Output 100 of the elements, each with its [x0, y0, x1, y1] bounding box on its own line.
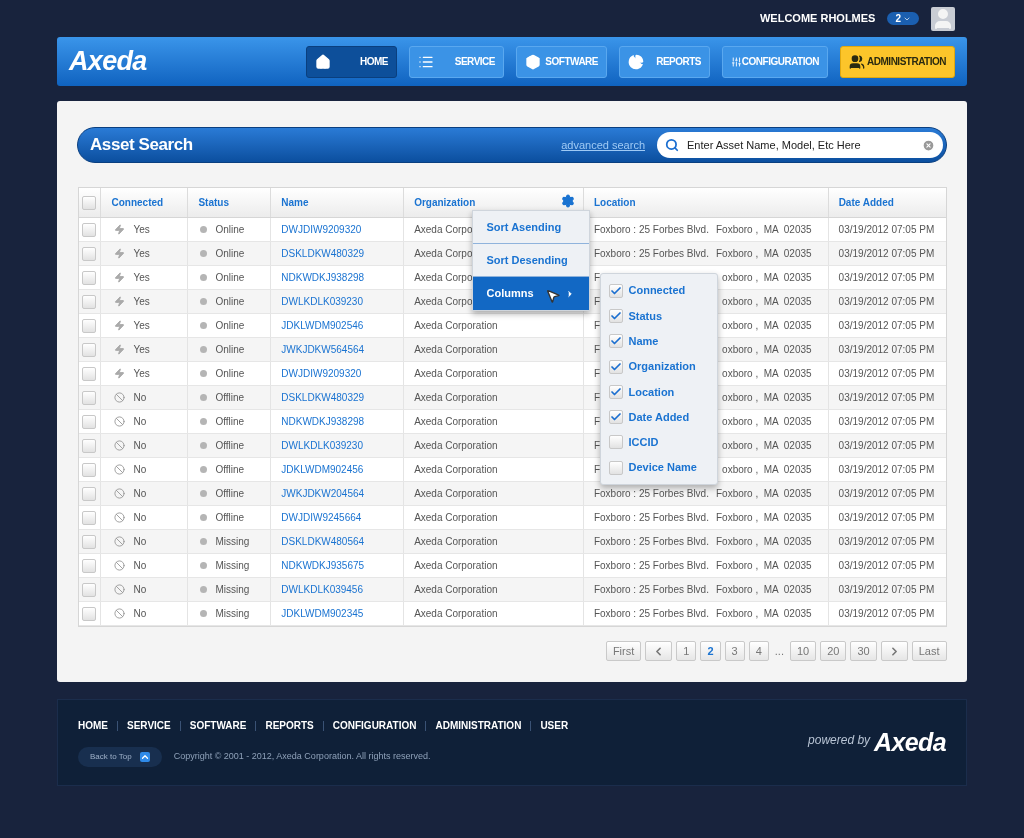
- checkbox[interactable]: [82, 390, 97, 405]
- footer-link[interactable]: SOFTWARE: [189, 718, 247, 733]
- footer-link[interactable]: CONFIGURATION: [332, 718, 417, 733]
- table-cell-text: 03/19/2012 07:05 PM: [838, 535, 935, 549]
- asset-name-link[interactable]: DWLKDLK039456: [281, 582, 363, 597]
- nav-tab[interactable]: REPORTS: [619, 45, 710, 78]
- page-button[interactable]: 3: [724, 641, 745, 661]
- table-cell-text: Axeda Corporation: [414, 511, 498, 525]
- asset-name-link[interactable]: DWJDIW9209320: [281, 366, 362, 381]
- footer-link[interactable]: USER: [540, 718, 569, 733]
- table-cell-text: No: [133, 511, 147, 525]
- table-cell-text: Axeda Corporation: [414, 583, 498, 597]
- column-option-label: ICCID: [628, 435, 659, 451]
- page-button[interactable]: 2: [700, 641, 721, 661]
- checkbox[interactable]: [82, 534, 97, 549]
- search-input[interactable]: Enter Asset Name, Model, Etc Here: [687, 136, 914, 154]
- asset-name-link[interactable]: NDKWDKJ938298: [281, 414, 365, 429]
- nav-tab[interactable]: CONFIGURATION: [722, 45, 828, 78]
- nav-tab[interactable]: SOFTWARE: [516, 45, 607, 78]
- menu-item[interactable]: Columns: [472, 277, 589, 310]
- table-cell-text: Axeda Corporation: [414, 535, 498, 549]
- checkbox[interactable]: [608, 435, 623, 450]
- checkbox[interactable]: [608, 410, 623, 425]
- back-to-top-button[interactable]: Back to Top: [78, 747, 162, 767]
- page-button[interactable]: First: [605, 641, 642, 661]
- checkbox[interactable]: [608, 359, 623, 374]
- asset-name-link[interactable]: NDKWDKJ935675: [281, 558, 365, 573]
- checkbox[interactable]: [608, 384, 623, 399]
- asset-name-link[interactable]: DWLKDLK039230: [281, 438, 363, 453]
- nav-tab[interactable]: ADMINISTRATION: [840, 45, 955, 78]
- page-button[interactable]: 10: [789, 641, 817, 661]
- table-cell-text: oxboro , MA 02035: [722, 367, 812, 381]
- table-cell-text: Axeda Corpo: [414, 223, 473, 237]
- column-option-label: Location: [628, 384, 675, 400]
- checkbox[interactable]: [608, 308, 623, 323]
- column-option-label: Device Name: [628, 460, 697, 476]
- asset-name-link[interactable]: DWJDIW9245664: [281, 510, 362, 525]
- page-button[interactable]: 1: [676, 641, 697, 661]
- asset-name-link[interactable]: DSKLDKW480329: [281, 390, 365, 405]
- asset-name-link[interactable]: JDKLWDM902345: [281, 606, 364, 621]
- previous-page-button[interactable]: [645, 641, 673, 661]
- checkbox[interactable]: [82, 270, 97, 285]
- clear-icon[interactable]: [922, 138, 935, 152]
- footer-link[interactable]: HOME: [78, 718, 108, 733]
- asset-name-link[interactable]: JDKLWDM902456: [281, 462, 364, 477]
- checkbox[interactable]: [82, 222, 97, 237]
- checkbox[interactable]: [82, 558, 97, 573]
- table-cell-text: Foxboro , MA 02035: [716, 607, 812, 621]
- checkbox[interactable]: [82, 510, 97, 525]
- page-button[interactable]: Last: [911, 641, 947, 661]
- checkbox[interactable]: [82, 342, 97, 357]
- asset-name-link[interactable]: DSKLDKW480564: [281, 534, 365, 549]
- column-header[interactable]: Status: [188, 188, 272, 217]
- column-header[interactable]: Connected: [101, 188, 189, 217]
- asset-name-link[interactable]: DWJDIW9209320: [281, 222, 362, 237]
- checkbox[interactable]: [82, 462, 97, 477]
- column-header[interactable]: Date Added: [828, 188, 946, 217]
- page-button[interactable]: 4: [748, 641, 769, 661]
- checkbox[interactable]: [608, 334, 623, 349]
- asset-name-link[interactable]: JWKJDKW564564: [281, 342, 365, 357]
- table-cell-text: 03/19/2012 07:05 PM: [838, 295, 935, 309]
- asset-name-link[interactable]: DWLKDLK039230: [281, 294, 363, 309]
- checkbox[interactable]: [82, 582, 97, 597]
- footer-link[interactable]: SERVICE: [127, 718, 171, 733]
- advanced-search-link[interactable]: advanced search: [561, 136, 645, 154]
- table-cell-text: Axeda Corpo: [414, 295, 473, 309]
- checkbox[interactable]: [82, 606, 97, 621]
- column-header[interactable]: Name: [271, 188, 405, 217]
- footer-link[interactable]: REPORTS: [265, 718, 314, 733]
- checkbox[interactable]: [608, 283, 623, 298]
- footer-link[interactable]: ADMINISTRATION: [435, 718, 522, 733]
- table-cell-text: Axeda Corporation: [414, 415, 498, 429]
- table-cell-text: No: [133, 463, 147, 477]
- table-cell-text: Axeda Corporation: [414, 559, 498, 573]
- asset-name-link[interactable]: DSKLDKW480329: [281, 246, 365, 261]
- settings-icon[interactable]: [560, 194, 575, 208]
- search-title: Asset Search: [90, 134, 193, 157]
- asset-name-link[interactable]: JWKJDKW204564: [281, 486, 365, 501]
- checkbox[interactable]: [82, 246, 97, 261]
- menu-item[interactable]: Sort Asending: [472, 211, 589, 244]
- checkbox[interactable]: [82, 438, 97, 453]
- checkbox[interactable]: [82, 195, 97, 210]
- checkbox[interactable]: [82, 486, 97, 501]
- checkbox[interactable]: [82, 366, 97, 381]
- checkbox[interactable]: [82, 294, 97, 309]
- checkbox[interactable]: [82, 318, 97, 333]
- checkbox[interactable]: [82, 414, 97, 429]
- checkbox[interactable]: [608, 460, 623, 475]
- asset-name-link[interactable]: JDKLWDM902546: [281, 318, 364, 333]
- logo: Axeda: [69, 45, 147, 79]
- notification-badge[interactable]: 2: [887, 12, 919, 25]
- asset-name-link[interactable]: NDKWDKJ938298: [281, 270, 365, 285]
- user-avatar[interactable]: [931, 6, 955, 31]
- page-button[interactable]: 20: [820, 641, 847, 661]
- page-button[interactable]: 30: [850, 641, 877, 661]
- next-page-button[interactable]: [880, 641, 908, 661]
- nav-tab[interactable]: HOME: [306, 45, 397, 78]
- table-cell-text: Offline: [215, 511, 245, 525]
- nav-tab[interactable]: SERVICE: [409, 45, 504, 78]
- search-field[interactable]: Enter Asset Name, Model, Etc Here: [657, 132, 943, 158]
